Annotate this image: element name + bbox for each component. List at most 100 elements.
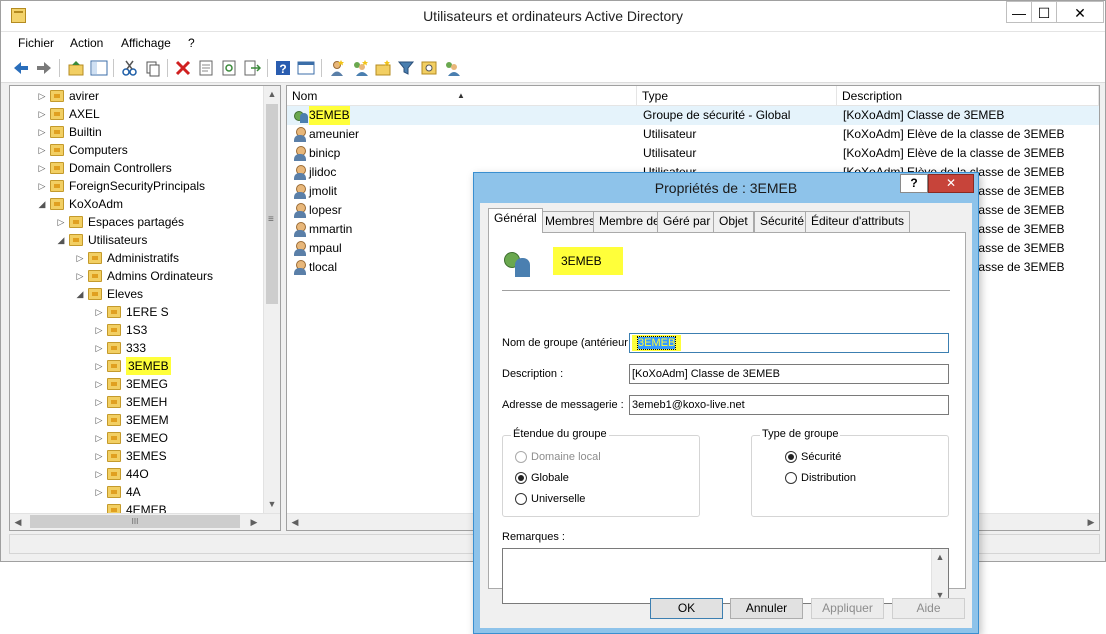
tree-item[interactable]: ▷ 1S3 — [10, 321, 264, 339]
collapsed-arrow-icon[interactable]: ▷ — [37, 159, 47, 177]
help-icon[interactable]: ? — [274, 59, 292, 77]
tree-item[interactable]: ▷ 3EMEH — [10, 393, 264, 411]
collapsed-arrow-icon[interactable]: ▷ — [94, 447, 104, 465]
list-row-user[interactable]: binicp Utilisateur [KoXoAdm] Elève de la c… — [287, 144, 1099, 163]
expanded-arrow-icon[interactable]: ◢ — [37, 195, 47, 213]
tree-pane[interactable]: ▷ avirer ▷ AXEL ▷ Builtin ▷ Computers ▷ Domain Co… — [9, 85, 281, 531]
show-tree-icon[interactable] — [90, 59, 108, 77]
collapsed-arrow-icon[interactable]: ▷ — [94, 393, 104, 411]
tab-membre-de[interactable]: Membre de — [593, 211, 666, 232]
dialog-close-button[interactable]: ✕ — [928, 174, 974, 193]
tree-item[interactable]: ▷ 4A — [10, 483, 264, 501]
tree-horizontal-scrollbar[interactable]: ◀ III ▶ — [10, 513, 280, 530]
back-arrow-icon[interactable] — [12, 59, 30, 77]
properties-icon[interactable] — [197, 59, 215, 77]
tree-item[interactable]: ▷ 3EMEB — [10, 357, 264, 375]
menu-fichier[interactable]: Fichier — [18, 36, 54, 50]
scroll-left-icon[interactable]: ◀ — [10, 514, 26, 530]
tree-item[interactable]: ◢ Utilisateurs — [10, 231, 264, 249]
tree-item[interactable]: ▷ Espaces partagés — [10, 213, 264, 231]
apply-button[interactable]: Appliquer — [811, 598, 884, 619]
add-to-group-icon[interactable] — [443, 59, 461, 77]
forward-arrow-icon[interactable] — [35, 59, 53, 77]
maximize-button[interactable]: ☐ — [1031, 1, 1057, 23]
tree-item[interactable]: ◢ KoXoAdm — [10, 195, 264, 213]
expanded-arrow-icon[interactable]: ◢ — [75, 285, 85, 303]
dialog-help-button[interactable]: ? — [900, 174, 928, 193]
tab-membres[interactable]: Membres — [539, 211, 602, 232]
group-name-input[interactable]: 3EMEB — [629, 333, 949, 353]
collapsed-arrow-icon[interactable]: ▷ — [75, 249, 85, 267]
export-icon[interactable] — [243, 59, 261, 77]
description-input[interactable]: [KoXoAdm] Classe de 3EMEB — [629, 364, 949, 384]
collapsed-arrow-icon[interactable]: ▷ — [56, 213, 66, 231]
new-user-icon[interactable] — [328, 59, 346, 77]
collapsed-arrow-icon[interactable]: ▷ — [94, 321, 104, 339]
scroll-down-icon[interactable]: ▼ — [264, 496, 280, 512]
list-scroll-right-icon[interactable]: ▶ — [1083, 514, 1099, 530]
tree-item[interactable]: ▷ AXEL — [10, 105, 264, 123]
new-group-icon[interactable] — [351, 59, 369, 77]
tree-vertical-scrollbar[interactable]: ▲ ≡ ▼ — [263, 86, 280, 514]
menu-affichage[interactable]: Affichage — [121, 36, 171, 50]
filter-icon[interactable] — [397, 59, 415, 77]
tree-item[interactable]: ▷ Builtin — [10, 123, 264, 141]
collapsed-arrow-icon[interactable]: ▷ — [94, 357, 104, 375]
column-description[interactable]: Description — [837, 86, 1099, 106]
tree-scroll-thumb[interactable]: ≡ — [266, 104, 278, 304]
tree-item[interactable]: ▷ Admins Ordinateurs — [10, 267, 264, 285]
tree-item[interactable]: ▷ 44O — [10, 465, 264, 483]
remarks-textarea[interactable]: ▲ ▼ — [502, 548, 949, 604]
tree-hscroll-thumb[interactable]: III — [30, 515, 240, 528]
tree-item[interactable]: ▷ 3EMEG — [10, 375, 264, 393]
tree-item[interactable]: ▷ 333 — [10, 339, 264, 357]
up-folder-icon[interactable] — [67, 59, 85, 77]
tree-item[interactable]: ▷ Domain Controllers — [10, 159, 264, 177]
remarks-scroll-up-icon[interactable]: ▲ — [932, 549, 948, 565]
collapsed-arrow-icon[interactable]: ▷ — [37, 105, 47, 123]
email-input[interactable]: 3emeb1@koxo-live.net — [629, 395, 949, 415]
remarks-scrollbar[interactable]: ▲ ▼ — [931, 549, 948, 603]
tab-objet[interactable]: Objet — [713, 211, 754, 232]
scroll-up-icon[interactable]: ▲ — [264, 86, 280, 102]
tree-item[interactable]: ▷ 1ERE S — [10, 303, 264, 321]
list-scroll-left-icon[interactable]: ◀ — [287, 514, 303, 530]
tree-item[interactable]: ▷ ForeignSecurityPrincipals — [10, 177, 264, 195]
cancel-button[interactable]: Annuler — [730, 598, 803, 619]
collapsed-arrow-icon[interactable]: ▷ — [94, 465, 104, 483]
tree-item[interactable]: ◢ Eleves — [10, 285, 264, 303]
tree-item[interactable]: ▷ avirer — [10, 87, 264, 105]
refresh-icon[interactable] — [220, 59, 238, 77]
tab-general[interactable]: Général — [488, 208, 543, 233]
console-icon[interactable] — [297, 59, 315, 77]
tab-securite[interactable]: Sécurité — [754, 211, 811, 232]
column-nom[interactable]: Nom ▲ — [287, 86, 637, 106]
new-ou-icon[interactable] — [374, 59, 392, 77]
collapsed-arrow-icon[interactable]: ▷ — [94, 483, 104, 501]
tree-item[interactable]: ▷ Computers — [10, 141, 264, 159]
tab-editeur-attributs[interactable]: Éditeur d'attributs — [805, 211, 911, 232]
find-icon[interactable] — [420, 59, 438, 77]
collapsed-arrow-icon[interactable]: ▷ — [37, 141, 47, 159]
collapsed-arrow-icon[interactable]: ▷ — [37, 87, 47, 105]
tree-item[interactable]: ▷ 3EMES — [10, 447, 264, 465]
collapsed-arrow-icon[interactable]: ▷ — [94, 339, 104, 357]
copy-icon[interactable] — [144, 59, 162, 77]
collapsed-arrow-icon[interactable]: ▷ — [94, 429, 104, 447]
cut-icon[interactable] — [121, 59, 139, 77]
tree-item[interactable]: ▷ Administratifs — [10, 249, 264, 267]
list-row-group[interactable]: 3EMEB Groupe de sécurité - Global [KoXoAdm… — [287, 106, 1099, 125]
list-row-user[interactable]: ameunier Utilisateur [KoXoAdm] Elève de la… — [287, 125, 1099, 144]
tab-gere-par[interactable]: Géré par — [657, 211, 717, 232]
collapsed-arrow-icon[interactable]: ▷ — [75, 267, 85, 285]
tree-item[interactable]: ▷ 3EMEO — [10, 429, 264, 447]
ok-button[interactable]: OK — [650, 598, 723, 619]
close-button[interactable]: ✕ — [1056, 1, 1104, 23]
scroll-right-icon[interactable]: ▶ — [246, 514, 262, 530]
help-button[interactable]: Aide — [892, 598, 965, 619]
collapsed-arrow-icon[interactable]: ▷ — [94, 303, 104, 321]
tree-item[interactable]: ▷ 3EMEM — [10, 411, 264, 429]
minimize-button[interactable]: — — [1006, 1, 1032, 23]
collapsed-arrow-icon[interactable]: ▷ — [37, 123, 47, 141]
column-type[interactable]: Type — [637, 86, 837, 106]
